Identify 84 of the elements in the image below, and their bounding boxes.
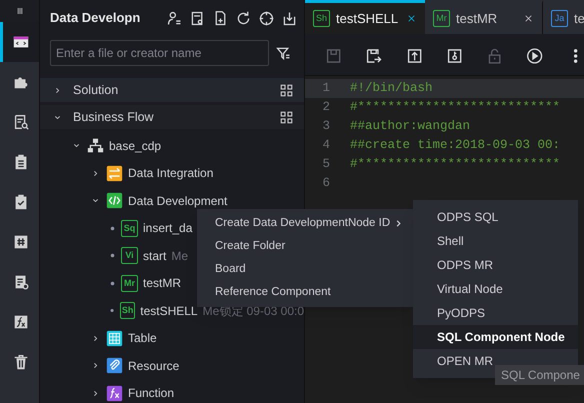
tree-label: Resource bbox=[128, 358, 180, 375]
tree-label: Data Development bbox=[128, 192, 228, 210]
line-number: 3 bbox=[321, 118, 331, 136]
tree-item[interactable]: base_cdp bbox=[40, 132, 304, 160]
menu-item[interactable]: Reference Component bbox=[197, 281, 413, 304]
tree-label: testMR bbox=[143, 275, 182, 292]
menu-item[interactable]: Create Folder bbox=[197, 235, 413, 258]
menu-item[interactable]: Shell bbox=[413, 229, 578, 253]
hash-icon bbox=[12, 233, 30, 251]
function-icon bbox=[106, 384, 123, 402]
code-brackets-icon bbox=[106, 192, 123, 210]
tree-item[interactable]: Table bbox=[40, 324, 304, 352]
menu-item[interactable]: PyODPS bbox=[413, 301, 578, 325]
document-search-icon bbox=[12, 113, 30, 131]
node-type-badge: Mr bbox=[121, 274, 138, 292]
menu-item[interactable]: Create Data DevelopmentNode ID bbox=[197, 212, 413, 235]
tree-label: Data Integration bbox=[128, 165, 214, 182]
tooltip: SQL Compone bbox=[495, 365, 584, 385]
line-number: 6 bbox=[321, 175, 331, 192]
dot-icon bbox=[109, 252, 116, 260]
tab-label: te bbox=[574, 10, 584, 28]
editor-tab[interactable]: Mr testMR bbox=[425, 0, 543, 34]
section-header[interactable]: Business Flow bbox=[40, 105, 304, 129]
key-icon[interactable] bbox=[446, 46, 464, 64]
paperclip-icon bbox=[106, 357, 123, 374]
node-type-badge: Vi bbox=[121, 247, 138, 264]
tab-label: testMR bbox=[456, 10, 498, 28]
line-number: 2 bbox=[321, 99, 331, 116]
tree-label: Table bbox=[128, 330, 157, 348]
tree-item[interactable]: Data Integration bbox=[40, 160, 304, 187]
menu-item[interactable]: Board bbox=[197, 258, 413, 281]
tree-label: testSHELL bbox=[140, 302, 198, 320]
line-number: 5 bbox=[321, 156, 331, 174]
section-label: Business Flow bbox=[73, 108, 154, 126]
upload-icon[interactable] bbox=[406, 46, 423, 64]
file-type-badge: Ja bbox=[551, 10, 568, 27]
menu-item[interactable]: Virtual Node bbox=[413, 277, 578, 301]
tree-label: insert_da bbox=[143, 220, 192, 238]
refresh-icon[interactable] bbox=[235, 10, 252, 26]
panel-title: Data Developn bbox=[50, 9, 140, 28]
collapse-handle[interactable] bbox=[0, 0, 39, 22]
file-type-badge: Sh bbox=[313, 10, 330, 27]
section-header[interactable]: Solution bbox=[40, 78, 304, 102]
grid-icon[interactable] bbox=[279, 82, 294, 98]
play-icon[interactable] bbox=[526, 46, 544, 64]
dot-icon bbox=[109, 280, 116, 287]
function-icon bbox=[12, 313, 30, 331]
code-line: #*************************** bbox=[349, 99, 560, 116]
dot-icon bbox=[109, 307, 116, 314]
tree-label: Function bbox=[128, 385, 174, 402]
section-label: Solution bbox=[73, 82, 118, 99]
code-line: ##create time:2018-09-03 00: bbox=[349, 137, 560, 154]
trash-icon bbox=[12, 353, 30, 371]
close-icon[interactable] bbox=[523, 13, 534, 24]
editor-tab[interactable]: Ja te bbox=[543, 0, 584, 34]
tree-item[interactable]: Data Development bbox=[40, 187, 304, 214]
file-type-badge: Mr bbox=[433, 10, 450, 27]
node-type-badge: Sq bbox=[121, 220, 138, 237]
line-number: 1 bbox=[321, 80, 331, 98]
tree-item[interactable]: Function bbox=[40, 380, 304, 403]
user-list-icon[interactable] bbox=[166, 10, 183, 26]
integration-icon bbox=[106, 164, 123, 182]
hierarchy-icon bbox=[87, 137, 104, 154]
node-type-badge: Sh bbox=[120, 302, 136, 320]
lock-status: Me bbox=[171, 248, 188, 265]
tree-label: start bbox=[143, 248, 166, 265]
search-field[interactable]: Enter a file or creator name bbox=[50, 40, 269, 66]
save-as-icon[interactable] bbox=[365, 46, 383, 64]
line-number: 4 bbox=[321, 137, 331, 154]
menu-item[interactable]: ODPS MR bbox=[413, 253, 578, 277]
table-icon bbox=[106, 330, 123, 347]
tree-label: base_cdp bbox=[109, 138, 162, 155]
crosshair-icon[interactable] bbox=[258, 10, 275, 26]
code-line: #*************************** bbox=[349, 156, 560, 174]
code-line: ##author:wangdan bbox=[349, 118, 470, 136]
import-icon[interactable] bbox=[281, 10, 298, 26]
dot-icon bbox=[109, 224, 116, 232]
menu-item[interactable]: SQL Component Node bbox=[413, 325, 578, 349]
menu-item[interactable]: ODPS SQL bbox=[413, 205, 578, 229]
code-line: #!/bin/bash bbox=[349, 80, 433, 98]
tab-label: testSHELL bbox=[336, 10, 398, 28]
grid-icon[interactable] bbox=[279, 110, 294, 124]
close-icon[interactable] bbox=[406, 13, 417, 24]
tree-item[interactable]: Resource bbox=[40, 352, 304, 380]
